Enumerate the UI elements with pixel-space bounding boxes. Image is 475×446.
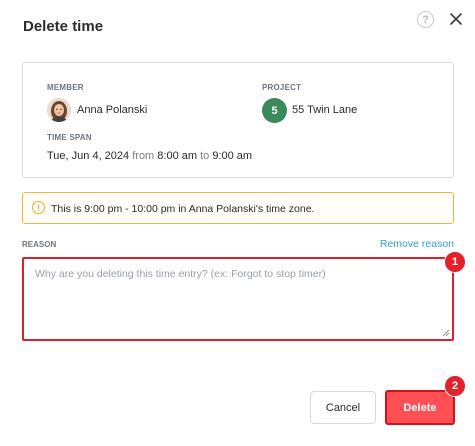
time-span-value: Tue, Jun 4, 2024 from 8:00 am to 9:00 am <box>47 150 252 162</box>
timezone-notice: ! This is 9:00 pm - 10:00 pm in Anna Pol… <box>22 192 454 224</box>
reason-textarea[interactable] <box>24 259 452 339</box>
reason-field-wrapper <box>22 257 454 341</box>
warning-circle-icon: ! <box>32 201 45 214</box>
project-badge: 5 <box>262 98 287 123</box>
remove-reason-link[interactable]: Remove reason <box>380 238 454 250</box>
to-word: to <box>200 150 210 162</box>
dialog-title: Delete time <box>23 18 104 35</box>
resize-grip-icon[interactable] <box>442 329 450 337</box>
time-entry-info-card: MEMBER PROJECT Anna Polanski 5 55 Twin L… <box>22 62 454 178</box>
delete-button[interactable]: Delete <box>385 390 455 425</box>
member-name: Anna Polanski <box>77 104 148 116</box>
project-name: 55 Twin Lane <box>292 104 358 116</box>
step-marker-2: 2 <box>444 375 466 397</box>
delete-time-dialog: Delete time ? MEMBER PROJECT Anna Polans… <box>0 0 475 446</box>
from-word: from <box>132 150 155 162</box>
question-circle-icon[interactable]: ? <box>417 11 434 28</box>
time-span-start: 8:00 am <box>157 150 198 162</box>
timezone-notice-text: This is 9:00 pm - 10:00 pm in Anna Polan… <box>51 203 315 215</box>
close-icon[interactable] <box>446 9 466 29</box>
time-span-label: TIME SPAN <box>47 133 92 142</box>
avatar <box>47 98 71 122</box>
time-span-end: 9:00 am <box>212 150 253 162</box>
project-label: PROJECT <box>262 83 302 92</box>
time-span-date: Tue, Jun 4, 2024 <box>47 150 130 162</box>
member-label: MEMBER <box>47 83 84 92</box>
step-marker-1: 1 <box>444 251 466 273</box>
reason-label: REASON <box>22 240 57 249</box>
cancel-button[interactable]: Cancel <box>310 391 376 424</box>
